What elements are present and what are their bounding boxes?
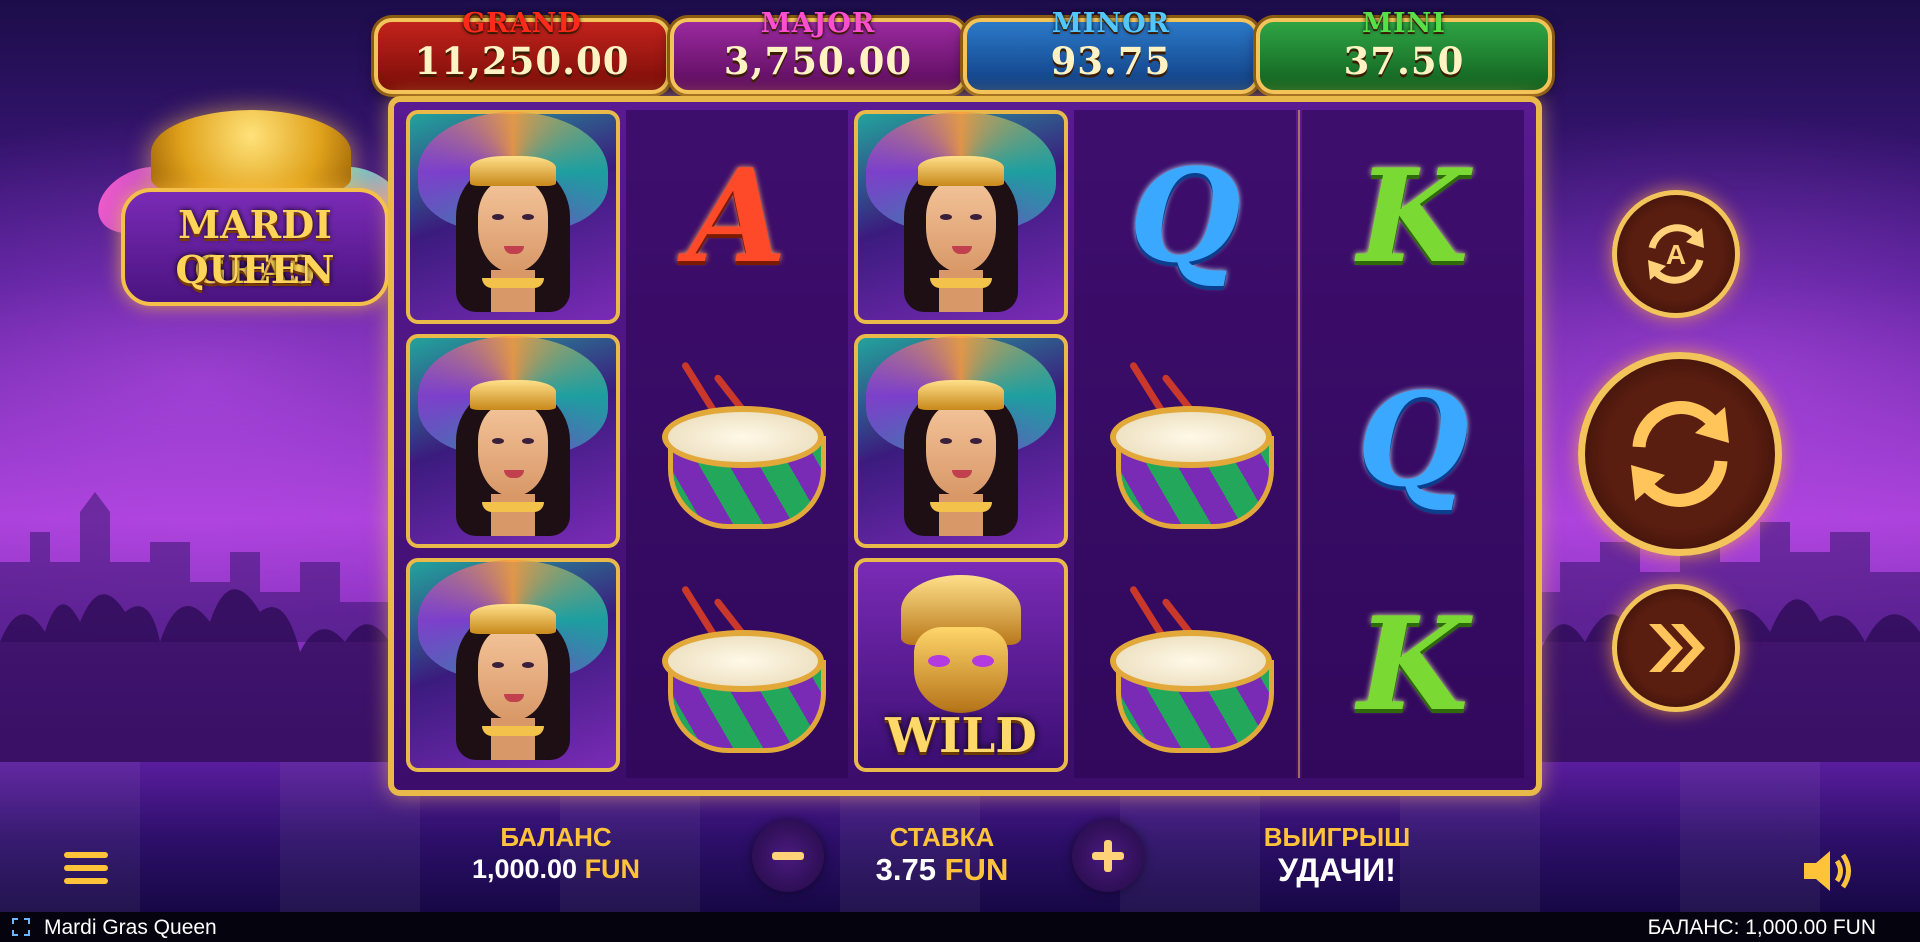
symbol-wild: WILD (854, 558, 1068, 772)
spin-button[interactable] (1578, 352, 1782, 556)
status-bar: Mardi Gras Queen БАЛАНС: 1,000.00 FUN (0, 912, 1920, 942)
jackpot-major-value: 3,750.00 (723, 39, 913, 83)
logo-coin-pile (151, 110, 351, 195)
wild-label: WILD (885, 708, 1037, 764)
symbol-queen (406, 558, 620, 772)
reel-1 (402, 110, 624, 778)
fast-forward-icon (1649, 624, 1705, 672)
jackpot-grand: GRAND 11,250.00 (374, 8, 670, 94)
status-balance: БАЛАНС: 1,000.00 FUN (1647, 916, 1876, 939)
symbol-k: K (1306, 558, 1520, 772)
reel-2: A (626, 110, 848, 778)
reel-4: Q (1074, 110, 1296, 778)
symbol-queen (406, 334, 620, 548)
jackpot-major-title: MAJOR (760, 8, 876, 39)
reel-5: K Q K (1302, 110, 1524, 778)
balance-currency: FUN (584, 854, 641, 884)
letter-k: K (1357, 590, 1469, 740)
symbol-drum (630, 334, 844, 548)
drum-icon (652, 356, 826, 529)
autoplay-letter: A (1666, 239, 1686, 270)
jackpot-minor-value: 93.75 (1050, 39, 1172, 83)
autoplay-button[interactable]: A (1612, 190, 1740, 318)
jackpot-grand-value: 11,250.00 (414, 39, 630, 83)
game-logo: MARDI GRAS QUEEN (87, 110, 415, 310)
letter-a: A (687, 142, 787, 292)
jackpot-mini: MINI 37.50 (1256, 8, 1552, 94)
queen-portrait (866, 336, 1056, 536)
drum-icon (1100, 356, 1274, 529)
spin-icon (1631, 401, 1729, 507)
reel-3: WILD (850, 110, 1072, 778)
plus-icon (1092, 840, 1124, 872)
speaker-icon[interactable] (1800, 846, 1856, 896)
queen-portrait (418, 112, 608, 312)
letter-k: K (1357, 142, 1469, 292)
autoplay-icon: A (1648, 224, 1704, 284)
logo-plate: MARDI GRAS QUEEN (121, 188, 389, 306)
symbol-drum (630, 558, 844, 772)
queen-portrait (418, 560, 608, 760)
status-game-title: Mardi Gras Queen (44, 916, 217, 939)
jackpot-minor-title: MINOR (1051, 8, 1171, 39)
symbol-q: Q (1306, 334, 1520, 548)
balance-value: 1,000.00 FUN (440, 854, 672, 885)
symbol-queen (406, 110, 620, 324)
balance-label: БАЛАНС (500, 822, 612, 852)
bet-currency: FUN (944, 852, 1009, 887)
queen-portrait (866, 112, 1056, 312)
bet-amount: 3.75 (875, 852, 936, 887)
drum-icon (652, 580, 826, 753)
bet-label: СТАВКА (889, 822, 995, 852)
balance-amount: 1,000.00 (471, 854, 578, 884)
symbol-a: A (630, 110, 844, 324)
minus-icon (772, 852, 804, 860)
win-label: ВЫИГРЫШ (1263, 822, 1411, 852)
symbol-drum (1078, 558, 1292, 772)
letter-q: Q (1357, 366, 1469, 516)
symbol-queen (854, 334, 1068, 548)
letter-q: Q (1129, 142, 1241, 292)
jackpot-mini-title: MINI (1362, 8, 1446, 39)
jackpot-major: MAJOR 3,750.00 (670, 8, 966, 94)
reels-frame: A WILD Q K Q K (388, 96, 1542, 796)
decrease-bet-button[interactable] (752, 820, 824, 892)
bet-value: 3.75 FUN (842, 852, 1042, 888)
win-message: УДАЧИ! (1278, 852, 1396, 888)
jackpot-minor: MINOR 93.75 (963, 8, 1259, 94)
symbol-drum (1078, 334, 1292, 548)
fullscreen-icon[interactable] (12, 918, 30, 936)
turbo-button[interactable] (1612, 584, 1740, 712)
jackpot-mini-value: 37.50 (1343, 39, 1465, 83)
jackpot-grand-title: GRAND (462, 8, 582, 39)
symbol-queen (854, 110, 1068, 324)
symbol-q: Q (1078, 110, 1292, 324)
reel-divider (1298, 110, 1300, 778)
increase-bet-button[interactable] (1072, 820, 1144, 892)
queen-portrait (418, 336, 608, 536)
logo-title-line2: QUEEN (175, 247, 335, 292)
drum-icon (1100, 580, 1274, 753)
symbol-k: K (1306, 110, 1520, 324)
menu-icon[interactable] (64, 852, 108, 890)
